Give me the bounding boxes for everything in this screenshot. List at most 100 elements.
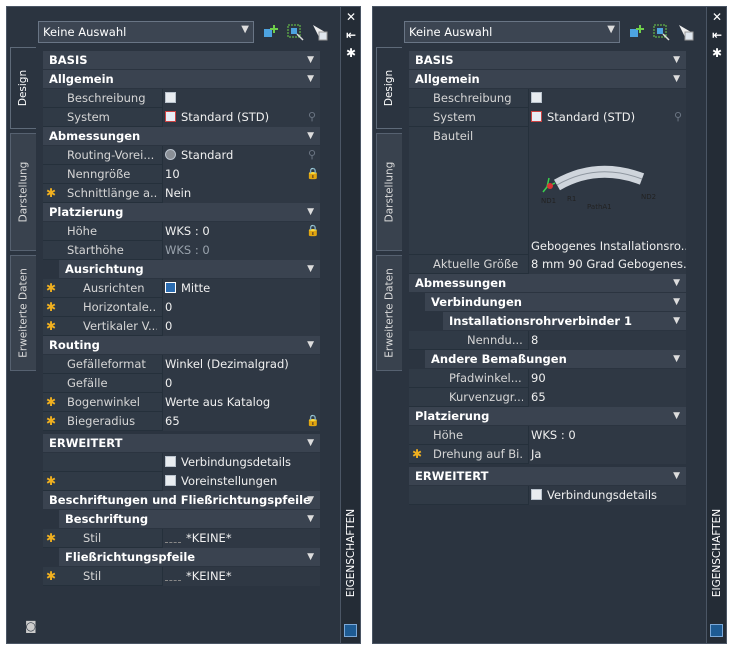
- property-beschreibung[interactable]: Beschreibung: [409, 89, 686, 108]
- property-vertikaler-v[interactable]: ✱ Vertikaler V... 0: [43, 317, 320, 336]
- collapse-icon[interactable]: ▼: [307, 510, 314, 529]
- category-routing[interactable]: Routing ▼: [43, 336, 320, 355]
- property-value[interactable]: 90: [528, 369, 686, 388]
- collapse-icon[interactable]: ▼: [673, 293, 680, 312]
- property-value[interactable]: Standard (STD): [162, 108, 320, 127]
- collapse-icon[interactable]: ▼: [673, 350, 680, 369]
- category-ausrichtung[interactable]: Ausrichtung ▼: [59, 260, 320, 279]
- property-value[interactable]: 8 mm 90 Grad Gebogenes...: [528, 255, 686, 274]
- property-value[interactable]: Mitte: [162, 279, 320, 298]
- property-ausrichten[interactable]: ✱ Ausrichten Mitte: [43, 279, 320, 298]
- toggle-pickadd-icon[interactable]: [676, 23, 694, 41]
- selection-dropdown[interactable]: Keine Auswahl ▼: [404, 21, 620, 43]
- tab-darstellung[interactable]: Darstellung: [376, 133, 402, 251]
- property-value[interactable]: 65: [528, 388, 686, 407]
- property-value[interactable]: *KEINE*: [162, 529, 320, 548]
- tab-design[interactable]: Design: [376, 47, 402, 129]
- property-hohe[interactable]: Höhe WKS : 0: [409, 426, 686, 445]
- category-platzierung[interactable]: Platzierung ▼: [43, 203, 320, 222]
- quick-select-icon[interactable]: [262, 23, 280, 41]
- close-icon[interactable]: ✕: [711, 11, 723, 23]
- category-allgemein[interactable]: Allgemein ▼: [409, 70, 686, 89]
- search-icon[interactable]: ⚲: [674, 111, 682, 123]
- category-beschriftungen-und-fliessrichtungspfeile[interactable]: Beschriftungen und Fließrichtungspfeile ▼: [43, 491, 320, 510]
- collapse-icon[interactable]: ▼: [673, 467, 680, 486]
- category-erweitert[interactable]: ERWEITERT ▼: [43, 434, 320, 453]
- property-value[interactable]: Ja: [528, 445, 686, 464]
- property-value[interactable]: 0: [162, 298, 320, 317]
- property-value[interactable]: WKS : 0: [162, 241, 320, 260]
- property-verbindungsdetails[interactable]: Verbindungsdetails: [409, 486, 686, 505]
- tab-design[interactable]: Design: [10, 47, 36, 129]
- property-schnittlange-a[interactable]: ✱ Schnittlänge a... Nein: [43, 184, 320, 203]
- property-system[interactable]: System Standard (STD) ⚲: [409, 108, 686, 127]
- property-value[interactable]: Winkel (Dezimalgrad): [162, 355, 320, 374]
- palette-properties-icon[interactable]: [710, 624, 723, 637]
- collapse-icon[interactable]: ▼: [673, 407, 680, 426]
- property-stil[interactable]: ✱ Stil *KEINE*: [43, 567, 320, 586]
- collapse-icon[interactable]: ▼: [307, 434, 314, 453]
- close-icon[interactable]: ✕: [345, 11, 357, 23]
- category-beschriftung[interactable]: Beschriftung ▼: [59, 510, 320, 529]
- category-platzierung[interactable]: Platzierung ▼: [409, 407, 686, 426]
- property-value[interactable]: WKS : 0: [528, 426, 686, 445]
- property-verbindungsdetails[interactable]: Verbindungsdetails: [43, 453, 320, 472]
- category-andere-bemassungen[interactable]: Andere Bemaßungen ▼: [425, 350, 686, 369]
- property-value[interactable]: [528, 89, 686, 108]
- property-value[interactable]: 0: [162, 374, 320, 393]
- collapse-icon[interactable]: ▼: [307, 70, 314, 89]
- property-voreinstellungen[interactable]: ✱ Voreinstellungen: [43, 472, 320, 491]
- property-starthohe[interactable]: Starthöhe WKS : 0: [43, 241, 320, 260]
- collapse-icon[interactable]: ▼: [307, 491, 314, 510]
- selection-dropdown[interactable]: Keine Auswahl ▼: [38, 21, 254, 43]
- collapse-icon[interactable]: ▼: [673, 274, 680, 293]
- property-horizontale[interactable]: ✱ Horizontale... 0: [43, 298, 320, 317]
- property-drehung-auf-bi[interactable]: ✱ Drehung auf Bi... Ja: [409, 445, 686, 464]
- property-value[interactable]: Standard: [162, 146, 320, 165]
- property-value[interactable]: 10: [162, 165, 320, 184]
- property-biegeradius[interactable]: ✱ Biegeradius 65 🔒: [43, 412, 320, 431]
- autohide-icon[interactable]: ⇤: [345, 29, 357, 41]
- collapse-icon[interactable]: ▼: [307, 203, 314, 222]
- category-abmessungen[interactable]: Abmessungen ▼: [409, 274, 686, 293]
- property-value[interactable]: Werte aus Katalog: [162, 393, 320, 412]
- category-verbindungen[interactable]: Verbindungen ▼: [425, 293, 686, 312]
- category-fliessrichtungspfeile[interactable]: Fließrichtungspfeile ▼: [59, 548, 320, 567]
- category-installationsrohrverbinder-1[interactable]: Installationsrohrverbinder 1 ▼: [443, 312, 686, 331]
- collapse-icon[interactable]: ▼: [307, 51, 314, 70]
- property-aktuelle-grosse[interactable]: Aktuelle Größe 8 mm 90 Grad Gebogenes...: [409, 255, 686, 274]
- category-allgemein[interactable]: Allgemein ▼: [43, 70, 320, 89]
- settings-icon[interactable]: ✱: [345, 47, 357, 59]
- search-icon[interactable]: ⚲: [308, 111, 316, 123]
- property-nenndu[interactable]: Nenndu... 8: [409, 331, 686, 350]
- property-value[interactable]: Standard (STD): [528, 108, 686, 127]
- property-value[interactable]: Verbindungsdetails: [162, 453, 320, 472]
- category-erweitert[interactable]: ERWEITERT ▼: [409, 467, 686, 486]
- collapse-icon[interactable]: ▼: [673, 312, 680, 331]
- search-icon[interactable]: ⚲: [308, 149, 316, 161]
- collapse-icon[interactable]: ▼: [673, 70, 680, 89]
- category-abmessungen[interactable]: Abmessungen ▼: [43, 127, 320, 146]
- property-beschreibung[interactable]: Beschreibung: [43, 89, 320, 108]
- property-value[interactable]: *KEINE*: [162, 567, 320, 586]
- property-value[interactable]: [162, 89, 320, 108]
- property-system[interactable]: System Standard (STD) ⚲: [43, 108, 320, 127]
- autohide-icon[interactable]: ⇤: [711, 29, 723, 41]
- category-basis[interactable]: BASIS ▼: [43, 51, 320, 70]
- property-value[interactable]: 8: [528, 331, 686, 350]
- property-value[interactable]: 0: [162, 317, 320, 336]
- property-value[interactable]: Voreinstellungen: [162, 472, 320, 491]
- tab-darstellung[interactable]: Darstellung: [10, 133, 36, 251]
- property-value[interactable]: 65: [162, 412, 320, 431]
- property-stil[interactable]: ✱ Stil *KEINE*: [43, 529, 320, 548]
- property-kurvenzugr[interactable]: Kurvenzugr... 65: [409, 388, 686, 407]
- collapse-icon[interactable]: ▼: [307, 127, 314, 146]
- part-preview[interactable]: ND1 R1 PathA1 ND2 Gebogenes Installationsro.…: [528, 127, 686, 255]
- quick-select-icon[interactable]: [628, 23, 646, 41]
- select-objects-icon[interactable]: [652, 23, 670, 41]
- property-hohe[interactable]: Höhe WKS : 0 🔒: [43, 222, 320, 241]
- property-gefalle[interactable]: Gefälle 0: [43, 374, 320, 393]
- settings-icon[interactable]: ✱: [711, 47, 723, 59]
- property-nenngrosse[interactable]: Nenngröße 10 🔒: [43, 165, 320, 184]
- property-gefalleformat[interactable]: Gefälleformat Winkel (Dezimalgrad): [43, 355, 320, 374]
